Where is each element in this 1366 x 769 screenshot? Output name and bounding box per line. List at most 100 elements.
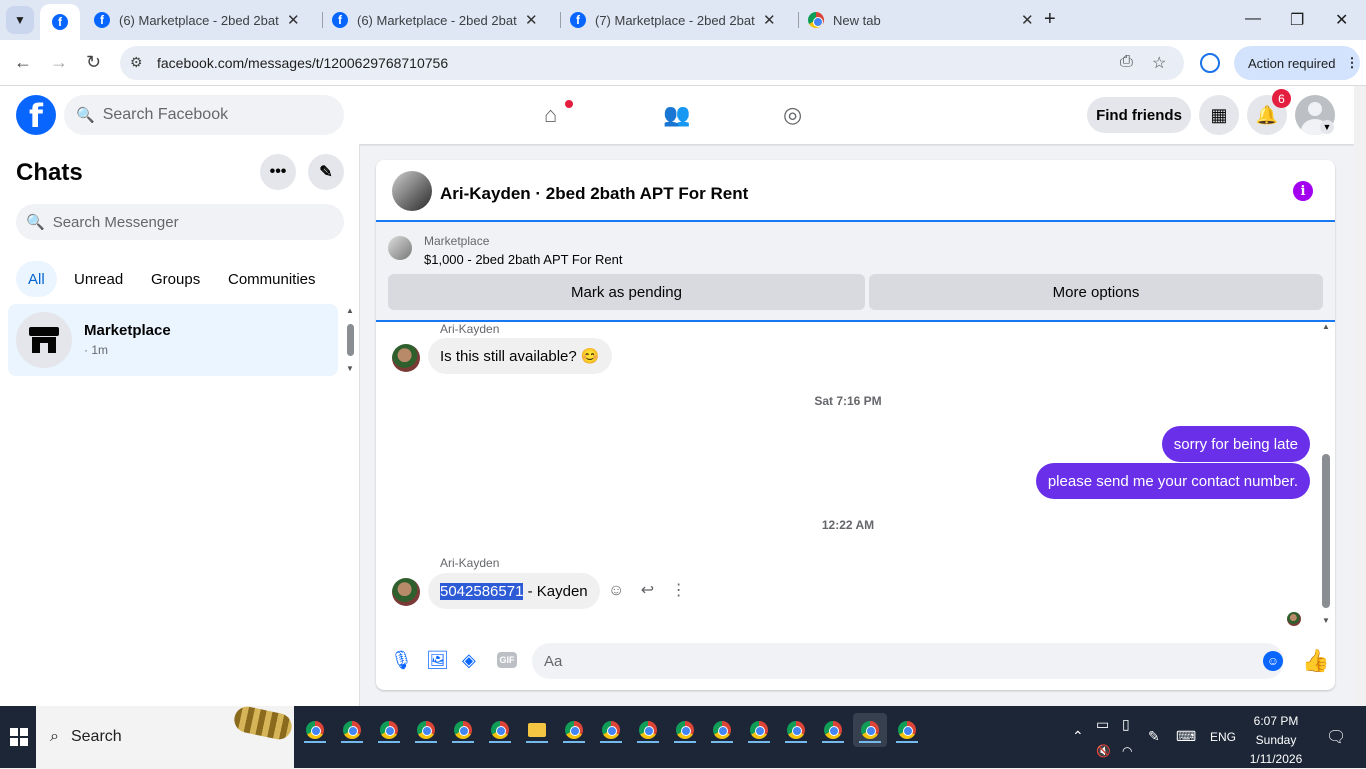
taskbar-chrome-app[interactable] bbox=[483, 713, 517, 747]
microphone-icon[interactable]: 🎙 bbox=[390, 650, 413, 671]
wifi-icon[interactable]: ◠ bbox=[1122, 744, 1132, 758]
chat-item-marketplace[interactable]: Marketplace · 1m bbox=[8, 304, 338, 376]
facebook-logo-icon[interactable]: f bbox=[16, 95, 56, 135]
tab-marketplace-3[interactable]: f (7) Marketplace - 2bed 2bath A ✕ bbox=[570, 0, 776, 40]
taskbar-chrome-app[interactable] bbox=[705, 713, 739, 747]
options-dots-icon[interactable]: ••• bbox=[260, 154, 296, 190]
taskbar-file-explorer[interactable] bbox=[520, 713, 554, 747]
taskbar-chrome-app[interactable] bbox=[594, 713, 628, 747]
device-icon[interactable]: ▯ bbox=[1122, 716, 1130, 733]
messenger-search-input[interactable]: 🔍 Search Messenger bbox=[16, 204, 344, 240]
message-bubble-outgoing[interactable]: sorry for being late bbox=[1161, 426, 1310, 462]
address-bar[interactable]: ⚙ facebook.com/messages/t/12006297687107… bbox=[120, 46, 1184, 80]
listing-title[interactable]: $1,000 - 2bed 2bath APT For Rent bbox=[424, 252, 623, 267]
react-smiley-icon[interactable]: ☺ bbox=[608, 582, 624, 599]
tab-active-facebook[interactable]: f bbox=[40, 4, 80, 40]
url-text[interactable]: facebook.com/messages/t/1200629768710756 bbox=[157, 55, 448, 71]
taskbar-search-box[interactable]: ⌕ Search bbox=[36, 704, 295, 768]
battery-icon[interactable]: ▭ bbox=[1096, 716, 1109, 733]
profile-icon[interactable] bbox=[1200, 53, 1220, 73]
sticker-icon[interactable]: ◈ bbox=[462, 650, 476, 671]
sender-avatar[interactable] bbox=[392, 578, 420, 606]
taskbar-chrome-app[interactable] bbox=[742, 713, 776, 747]
friends-icon[interactable]: 👥 bbox=[663, 102, 690, 128]
windows-start-icon[interactable] bbox=[10, 728, 28, 746]
find-friends-button[interactable]: Find friends bbox=[1087, 97, 1191, 133]
close-icon[interactable]: ✕ bbox=[525, 11, 538, 29]
volume-muted-icon[interactable]: 🔇 bbox=[1096, 744, 1111, 758]
taskbar-chrome-app[interactable] bbox=[557, 713, 591, 747]
maximize-icon[interactable]: ❐ bbox=[1290, 10, 1304, 30]
pen-icon[interactable]: ✎ bbox=[1148, 728, 1160, 745]
close-icon[interactable]: ✕ bbox=[1021, 11, 1034, 29]
filter-unread[interactable]: Unread bbox=[62, 261, 135, 297]
taskbar-chrome-app[interactable] bbox=[668, 713, 702, 747]
thumbs-up-icon[interactable]: 👍 bbox=[1302, 648, 1329, 674]
tray-overflow-chevron-icon[interactable]: ⌃ bbox=[1072, 728, 1084, 745]
notification-center-icon[interactable]: 🗨 bbox=[1326, 727, 1346, 747]
reply-arrow-icon[interactable]: ↩ bbox=[641, 582, 654, 599]
menu-grid-icon[interactable]: ▦ bbox=[1199, 95, 1239, 135]
scroll-up-icon[interactable]: ▲ bbox=[346, 306, 354, 315]
more-dots-icon[interactable]: ⋮ bbox=[671, 582, 687, 599]
filter-all[interactable]: All bbox=[16, 261, 57, 297]
page-scrollbar[interactable] bbox=[1354, 86, 1366, 706]
filter-communities[interactable]: Communities bbox=[216, 261, 328, 297]
info-icon[interactable]: i bbox=[1293, 181, 1313, 201]
more-options-button[interactable]: More options bbox=[869, 274, 1323, 310]
tab-new-tab[interactable]: New tab ✕ bbox=[808, 0, 1034, 40]
tab-marketplace-1[interactable]: f (6) Marketplace - 2bed 2bath A ✕ bbox=[94, 0, 300, 40]
taskbar-chrome-app[interactable] bbox=[816, 713, 850, 747]
site-settings-icon[interactable]: ⚙ bbox=[130, 54, 143, 71]
message-input[interactable]: Aa bbox=[532, 643, 1284, 679]
scroll-down-icon[interactable]: ▼ bbox=[1322, 616, 1330, 625]
conversation-title[interactable]: Ari-Kayden · 2bed 2bath APT For Rent bbox=[440, 184, 748, 204]
listing-thumbnail[interactable] bbox=[388, 236, 412, 260]
filter-groups[interactable]: Groups bbox=[139, 261, 212, 297]
keyboard-icon[interactable]: ⌨ bbox=[1176, 728, 1196, 745]
photo-icon[interactable]: 🖼 bbox=[426, 650, 449, 671]
install-app-icon[interactable]: ⎙ bbox=[1120, 53, 1133, 71]
message-bubble-incoming[interactable]: 5042586571 - Kayden bbox=[428, 573, 600, 609]
minimize-icon[interactable]: — bbox=[1245, 10, 1261, 28]
taskbar-chrome-app[interactable] bbox=[335, 713, 369, 747]
emoji-icon[interactable]: ☺ bbox=[1263, 651, 1283, 671]
window-close-icon[interactable]: ✕ bbox=[1335, 10, 1348, 30]
conversation-scrollbar[interactable]: ▲ ▼ bbox=[1320, 322, 1332, 627]
conversation-avatar[interactable] bbox=[392, 171, 432, 211]
home-icon[interactable]: ⌂ bbox=[544, 102, 557, 128]
taskbar-chrome-app[interactable] bbox=[631, 713, 665, 747]
taskbar-chrome-app[interactable] bbox=[409, 713, 443, 747]
facebook-search-input[interactable]: 🔍 Search Facebook bbox=[64, 95, 344, 135]
message-bubble-outgoing[interactable]: please send me your contact number. bbox=[1035, 463, 1310, 499]
taskbar-chrome-app[interactable] bbox=[779, 713, 813, 747]
gif-icon[interactable]: GIF bbox=[497, 652, 517, 668]
language-indicator[interactable]: ENG bbox=[1210, 730, 1236, 744]
scroll-up-icon[interactable]: ▲ bbox=[1322, 322, 1330, 331]
action-required-button[interactable]: Action required ⋮ bbox=[1234, 46, 1360, 80]
sidebar-scrollbar[interactable]: ▲ ▼ bbox=[344, 306, 356, 376]
close-icon[interactable]: ✕ bbox=[287, 11, 300, 29]
groups-icon[interactable]: ◎ bbox=[783, 102, 802, 128]
new-tab-plus-icon[interactable]: + bbox=[1044, 8, 1056, 31]
scroll-down-icon[interactable]: ▼ bbox=[346, 364, 354, 373]
mark-as-pending-button[interactable]: Mark as pending bbox=[388, 274, 865, 310]
tab-search-chevron-icon[interactable]: ▼ bbox=[6, 6, 34, 34]
system-clock[interactable]: 6:07 PM Sunday 1/11/2026 bbox=[1236, 712, 1316, 769]
bookmark-star-icon[interactable]: ☆ bbox=[1152, 53, 1166, 73]
taskbar-chrome-app[interactable] bbox=[890, 713, 924, 747]
taskbar-chrome-app[interactable] bbox=[372, 713, 406, 747]
back-arrow-icon[interactable]: ← bbox=[14, 52, 32, 73]
sender-avatar[interactable] bbox=[392, 344, 420, 372]
forward-arrow-icon[interactable]: → bbox=[50, 52, 68, 73]
taskbar-chrome-app[interactable] bbox=[298, 713, 332, 747]
new-message-icon[interactable]: ✎ bbox=[308, 154, 344, 190]
message-bubble-incoming[interactable]: Is this still available? 😊 bbox=[428, 338, 612, 374]
selected-phone-number[interactable]: 5042586571 bbox=[440, 582, 524, 600]
chevron-down-icon[interactable]: ▼ bbox=[1320, 120, 1334, 134]
reload-icon[interactable]: ↻ bbox=[86, 52, 101, 73]
taskbar-chrome-app-active[interactable] bbox=[853, 713, 887, 747]
taskbar-chrome-app[interactable] bbox=[446, 713, 480, 747]
tab-marketplace-2[interactable]: f (6) Marketplace - 2bed 2bath A ✕ bbox=[332, 0, 538, 40]
close-icon[interactable]: ✕ bbox=[763, 11, 776, 29]
